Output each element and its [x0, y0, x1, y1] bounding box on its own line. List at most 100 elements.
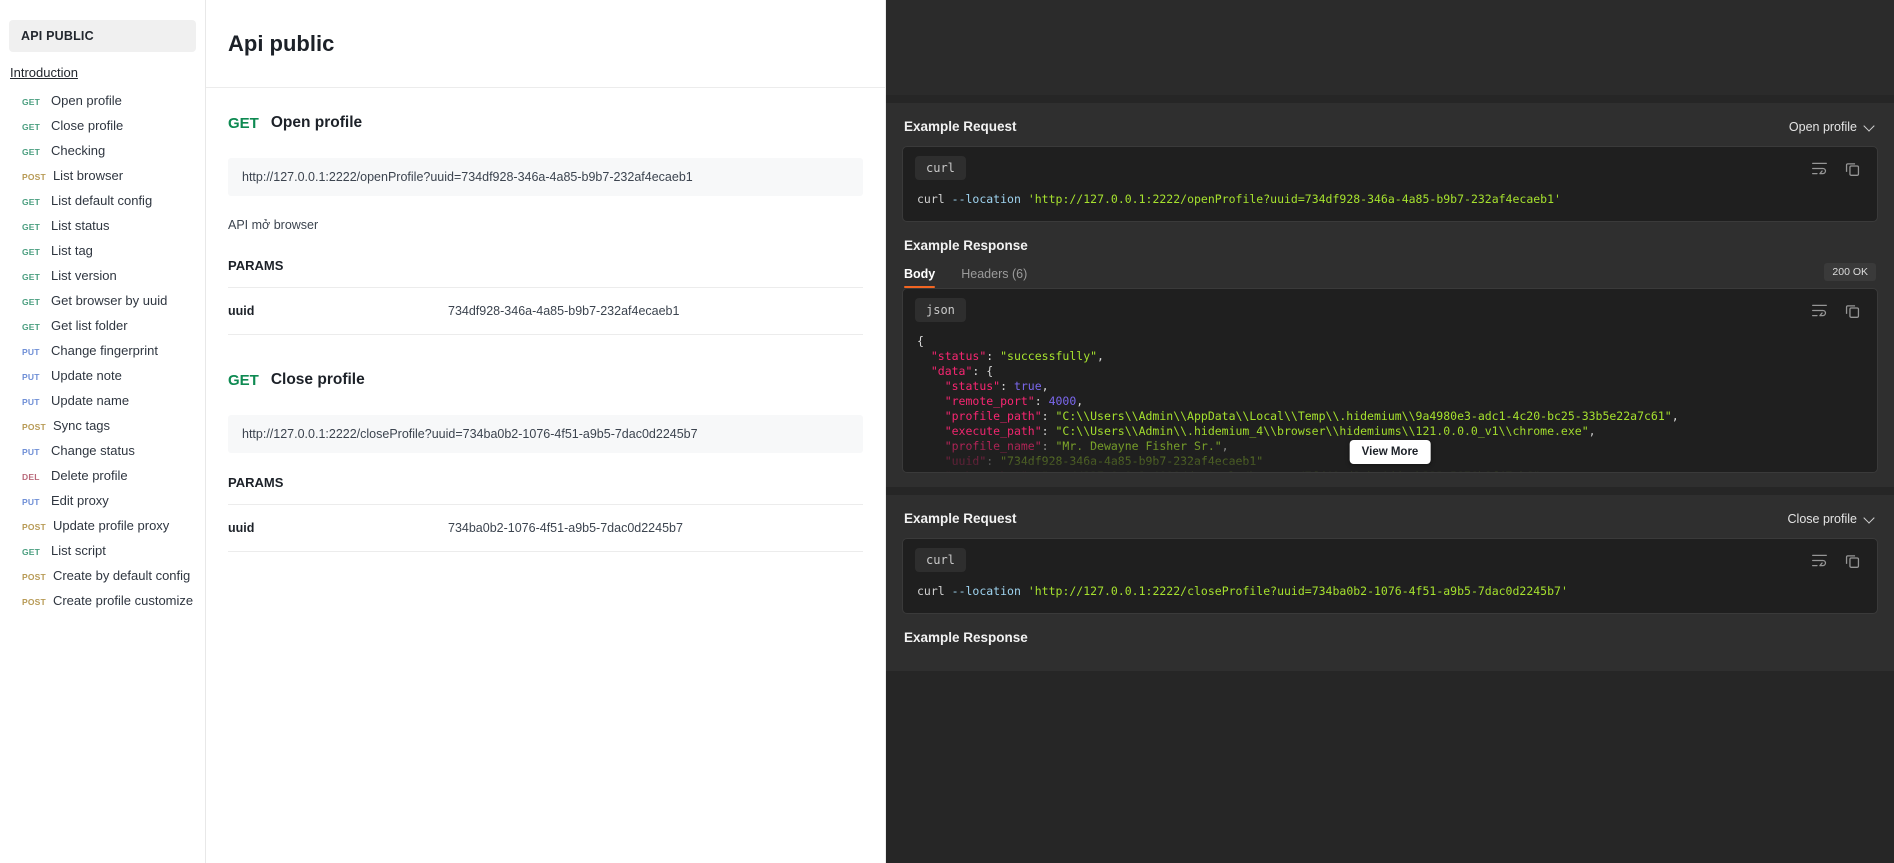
example-request-header: Example Request Open profile: [886, 103, 1894, 146]
sidebar-item-label: Update profile proxy: [52, 518, 170, 533]
sidebar-item-list-browser[interactable]: POST List browser: [0, 164, 205, 189]
endpoint-url[interactable]: http://127.0.0.1:2222/openProfile?uuid=7…: [228, 158, 863, 196]
tab-body[interactable]: Body: [904, 267, 936, 288]
example-request-header: Example Request Close profile: [886, 495, 1894, 538]
endpoint-title-row: GET Open profile: [228, 114, 863, 132]
curl-cmd-token: curl: [917, 192, 945, 206]
example-panel: Example Request Open profile curl curl --lo…: [886, 103, 1894, 487]
sidebar-item-label: Checking: [51, 143, 106, 158]
method-badge: POST: [22, 597, 46, 607]
param-key: uuid: [228, 304, 255, 318]
code-actions: [1811, 302, 1865, 319]
endpoint-title-row: GET Close profile: [228, 371, 863, 389]
curl-url-token: 'http://127.0.0.1:2222/openProfile?uuid=…: [1027, 192, 1561, 206]
method-badge: PUT: [22, 372, 40, 382]
sidebar-item-edit-proxy[interactable]: PUT Edit proxy: [0, 489, 205, 514]
sidebar-item-list-tag[interactable]: GET List tag: [0, 239, 205, 264]
method-badge: GET: [22, 547, 41, 557]
method-badge: GET: [22, 97, 41, 107]
sidebar-item-checking[interactable]: GET Checking: [0, 139, 205, 164]
sidebar-item-list-default-config[interactable]: GET List default config: [0, 189, 205, 214]
endpoint-selector[interactable]: Close profile: [1788, 512, 1876, 526]
copy-icon[interactable]: [1844, 160, 1861, 177]
sidebar-item-label: List status: [51, 218, 110, 233]
sidebar-item-label: List default config: [51, 193, 153, 208]
sidebar-item-close-profile[interactable]: GET Close profile: [0, 114, 205, 139]
sidebar-item-create-by-default-config[interactable]: POST Create by default config: [0, 564, 205, 589]
method-badge: DEL: [22, 472, 40, 482]
endpoint-selector-label: Close profile: [1787, 511, 1857, 526]
param-value: 734df928-346a-4a85-b9b7-232af4ecaeb1: [448, 304, 680, 318]
sidebar-item-update-name[interactable]: PUT Update name: [0, 389, 205, 414]
example-response-header: Example Response: [886, 222, 1894, 265]
method-badge: GET: [22, 247, 41, 257]
code-toolbar: curl: [903, 539, 1877, 572]
curl-command: curl --location 'http://127.0.0.1:2222/c…: [903, 572, 1877, 613]
code-actions: [1811, 552, 1865, 569]
method-badge: GET: [22, 147, 41, 157]
endpoint-name: Close profile: [270, 371, 365, 388]
param-row: uuid 734df928-346a-4a85-b9b7-232af4ecaeb1: [228, 288, 863, 335]
tab-headers-6[interactable]: Headers (6): [961, 267, 1027, 288]
sidebar-item-update-note[interactable]: PUT Update note: [0, 364, 205, 389]
status-badge: 200 OK: [1824, 263, 1876, 281]
sidebar-item-change-status[interactable]: PUT Change status: [0, 439, 205, 464]
sidebar-item-label: Get list folder: [51, 318, 128, 333]
page-title: Api public: [228, 30, 335, 56]
language-chip: curl: [915, 156, 966, 180]
method-badge: GET: [22, 122, 41, 132]
params-heading: PARAMS: [228, 475, 863, 505]
method-badge: GET: [22, 272, 41, 282]
sidebar: API PUBLIC Introduction GET Open profile G…: [0, 0, 206, 863]
view-more-button[interactable]: View More: [1349, 440, 1431, 464]
endpoint-method: GET: [228, 114, 259, 132]
method-badge: GET: [22, 222, 41, 232]
endpoint-selector[interactable]: Open profile: [1789, 120, 1876, 134]
sidebar-item-list-status[interactable]: GET List status: [0, 214, 205, 239]
wrap-text-icon[interactable]: [1811, 302, 1828, 319]
sidebar-item-introduction[interactable]: Introduction: [10, 62, 205, 83]
sidebar-item-update-profile-proxy[interactable]: POST Update profile proxy: [0, 514, 205, 539]
sidebar-item-label: Create by default config: [52, 568, 191, 583]
code-toolbar: json: [903, 289, 1877, 322]
sidebar-item-label: Edit proxy: [51, 493, 109, 508]
example-panels: Example Request Open profile curl curl --lo…: [886, 103, 1894, 671]
method-badge: GET: [22, 297, 41, 307]
endpoint-section: GET Close profile http://127.0.0.1:2222/cl…: [206, 345, 885, 562]
sidebar-item-change-fingerprint[interactable]: PUT Change fingerprint: [0, 339, 205, 364]
method-badge: GET: [22, 322, 41, 332]
sidebar-item-label: Create profile customize: [52, 593, 194, 608]
copy-icon[interactable]: [1844, 552, 1861, 569]
endpoint-method: GET: [228, 371, 259, 389]
sidebar-item-sync-tags[interactable]: POST Sync tags: [0, 414, 205, 439]
sidebar-item-delete-profile[interactable]: DEL Delete profile: [0, 464, 205, 489]
sidebar-item-list-version[interactable]: GET List version: [0, 264, 205, 289]
endpoint-list: GET Open profile http://127.0.0.1:2222/ope…: [206, 88, 885, 562]
chevron-down-icon: [1865, 514, 1874, 523]
method-badge: PUT: [22, 497, 40, 507]
example-request-title: Example Request: [904, 511, 1017, 526]
param-row: uuid 734ba0b2-1076-4f51-a9b5-7dac0d2245b7: [228, 505, 863, 552]
sidebar-item-get-browser-by-uuid[interactable]: GET Get browser by uuid: [0, 289, 205, 314]
sidebar-item-create-profile-customize[interactable]: POST Create profile customize: [0, 589, 205, 614]
method-badge: PUT: [22, 447, 40, 457]
param-value: 734ba0b2-1076-4f51-a9b5-7dac0d2245b7: [448, 521, 683, 535]
sidebar-item-label: Open profile: [51, 93, 122, 108]
copy-icon[interactable]: [1844, 302, 1861, 319]
sidebar-item-label: Get browser by uuid: [51, 293, 168, 308]
sidebar-nav: GET Open profile GET Close profile GET Checki…: [0, 89, 205, 614]
curl-command: curl --location 'http://127.0.0.1:2222/o…: [903, 180, 1877, 221]
sidebar-item-label: List tag: [51, 243, 93, 258]
wrap-text-icon[interactable]: [1811, 160, 1828, 177]
page-header: Api public: [206, 0, 885, 88]
sidebar-item-label: Sync tags: [52, 418, 111, 433]
sidebar-item-get-list-folder[interactable]: GET Get list folder: [0, 314, 205, 339]
endpoint-name: Open profile: [270, 114, 363, 131]
main-content: Api public GET Open profile http://127.0.0…: [206, 0, 886, 863]
sidebar-item-label: Close profile: [51, 118, 124, 133]
endpoint-selector-label: Open profile: [1788, 119, 1857, 134]
sidebar-item-open-profile[interactable]: GET Open profile: [0, 89, 205, 114]
endpoint-url[interactable]: http://127.0.0.1:2222/closeProfile?uuid=…: [228, 415, 863, 453]
sidebar-item-list-script[interactable]: GET List script: [0, 539, 205, 564]
wrap-text-icon[interactable]: [1811, 552, 1828, 569]
